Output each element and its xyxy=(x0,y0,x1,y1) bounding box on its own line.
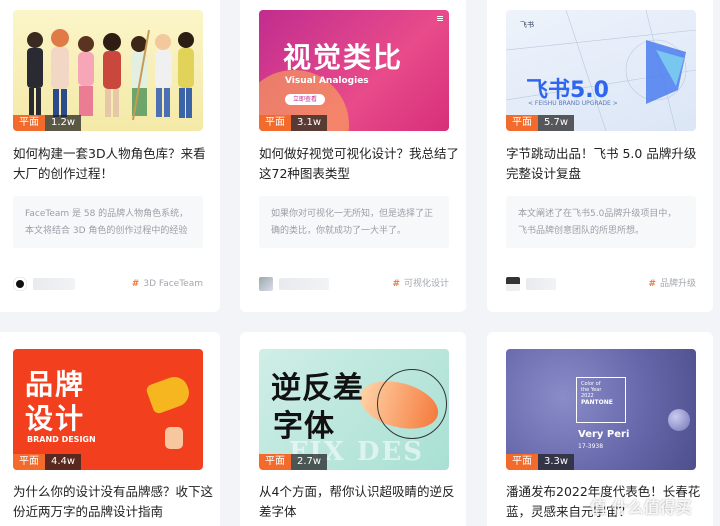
category-label: 平面 xyxy=(259,115,291,131)
article-thumbnail[interactable]: 飞书 飞书5.0 < FEISHU BRAND UPGRADE > 平面 5.7… xyxy=(506,10,696,131)
article-thumbnail[interactable]: 视觉类比 Visual Analogies 立即查看 平面 3.1w xyxy=(259,10,449,131)
thumbnail-button: 立即查看 xyxy=(285,94,325,105)
card-footer: # 品牌升级 xyxy=(506,276,696,292)
card-footer: #3D FaceTeam xyxy=(13,276,203,292)
category-views-badge: 平面 1.2w xyxy=(13,115,82,131)
thumbnail-headline: 视觉类比 xyxy=(283,41,404,74)
category-label: 平面 xyxy=(506,454,538,470)
view-count: 3.3w xyxy=(538,454,575,470)
article-thumbnail[interactable]: 品牌 设计 BRAND DESIGN 平面 4.4w xyxy=(13,349,203,470)
category-label: 平面 xyxy=(259,454,291,470)
hand-icon xyxy=(165,427,183,449)
chip-brand: PANTONE xyxy=(581,399,613,406)
category-label: 平面 xyxy=(13,454,45,470)
author-name-placeholder[interactable] xyxy=(279,278,329,290)
view-count: 2.7w xyxy=(291,454,328,470)
megaphone-icon xyxy=(145,373,193,415)
article-card[interactable]: 品牌 设计 BRAND DESIGN 平面 4.4w 为什么你的设计没有品牌感？… xyxy=(0,332,220,526)
article-excerpt: 如果你对可视化一无所知，但是选择了正确的类比，你就成功了一大半了。 xyxy=(259,196,449,248)
article-thumbnail[interactable]: FIX DES 逆反差 字体 平面 2.7w xyxy=(259,349,449,470)
author-avatar[interactable] xyxy=(506,277,520,291)
blueprint-lines xyxy=(506,10,696,131)
article-thumbnail[interactable]: 平面 1.2w xyxy=(13,10,203,131)
hash-icon: # xyxy=(392,279,400,289)
article-title[interactable]: 字节跳动出品！飞书 5.0 品牌升级完整设计复盘 xyxy=(506,144,706,184)
author-name-placeholder[interactable] xyxy=(526,278,556,290)
article-card[interactable]: 视觉类比 Visual Analogies 立即查看 平面 3.1w 如何做好视… xyxy=(240,0,466,312)
thumbnail-headline-line2: 设计 xyxy=(25,402,86,435)
color-name: Very Peri xyxy=(578,429,630,440)
author-name-placeholder[interactable] xyxy=(33,278,75,290)
category-views-badge: 平面 2.7w xyxy=(259,454,328,470)
thumbnail-headline-line2: 字体 xyxy=(273,409,335,444)
article-excerpt: 本文阐述了在飞书5.0品牌升级项目中，飞书品牌创意团队的所思所想。 xyxy=(506,196,696,248)
author-avatar[interactable] xyxy=(259,277,273,291)
article-title[interactable]: 为什么你的设计没有品牌感？收下这份近两万字的品牌设计指南 xyxy=(13,482,213,522)
card-footer: # 可视化设计 xyxy=(259,276,449,292)
orbit-ring xyxy=(377,369,447,439)
character-lineup-illustration xyxy=(27,29,194,121)
thumbnail-subtitle: < FEISHU BRAND UPGRADE > xyxy=(528,100,618,107)
view-count: 3.1w xyxy=(291,115,328,131)
sphere-decoration xyxy=(668,409,690,431)
thumbnail-subtitle: BRAND DESIGN xyxy=(27,435,96,444)
category-views-badge: 平面 3.1w xyxy=(259,115,328,131)
article-card[interactable]: FIX DES 逆反差 字体 平面 2.7w 从4个方面，帮你认识超吸睛的逆反差… xyxy=(240,332,466,526)
pantone-chip: Color of the Year 2022 PANTONE xyxy=(576,377,626,423)
site-watermark: 值 什么值得买 xyxy=(590,498,692,517)
category-label: 平面 xyxy=(13,115,45,131)
article-card[interactable]: 飞书 飞书5.0 < FEISHU BRAND UPGRADE > 平面 5.7… xyxy=(487,0,713,312)
topic-tag[interactable]: # 品牌升级 xyxy=(648,277,696,291)
topic-tag[interactable]: #3D FaceTeam xyxy=(132,277,203,291)
article-excerpt: FaceTeam 是 58 的品牌人物角色系统，本文将结合 3D 角色的创作过程… xyxy=(13,196,203,248)
view-count: 5.7w xyxy=(538,115,575,131)
category-label: 平面 xyxy=(506,115,538,131)
view-count: 1.2w xyxy=(45,115,82,131)
hash-icon: # xyxy=(648,279,656,289)
category-views-badge: 平面 4.4w xyxy=(13,454,82,470)
author-avatar[interactable] xyxy=(13,277,27,291)
article-card[interactable]: 平面 1.2w 如何构建一套3D人物角色库？来看大厂的创作过程！ FaceTea… xyxy=(0,0,220,312)
menu-icon xyxy=(437,16,443,17)
category-views-badge: 平面 5.7w xyxy=(506,115,575,131)
view-count: 4.4w xyxy=(45,454,82,470)
brand-logo-text: 飞书 xyxy=(520,21,534,29)
thumbnail-subtitle: Visual Analogies xyxy=(285,76,369,86)
topic-tag-label: 品牌升级 xyxy=(659,279,696,289)
hash-icon: # xyxy=(131,279,140,289)
color-code: 17-3938 xyxy=(578,443,604,450)
article-thumbnail[interactable]: Color of the Year 2022 PANTONE Very Peri… xyxy=(506,349,696,470)
article-title[interactable]: 如何构建一套3D人物角色库？来看大厂的创作过程！ xyxy=(13,144,213,184)
article-title[interactable]: 从4个方面，帮你认识超吸睛的逆反差字体 xyxy=(259,482,459,522)
category-views-badge: 平面 3.3w xyxy=(506,454,575,470)
topic-tag[interactable]: # 可视化设计 xyxy=(392,277,449,291)
article-title[interactable]: 如何做好视觉可视化设计？我总结了这72种图表类型 xyxy=(259,144,459,184)
topic-tag-label: 3D FaceTeam xyxy=(143,279,203,289)
topic-tag-label: 可视化设计 xyxy=(403,279,449,289)
